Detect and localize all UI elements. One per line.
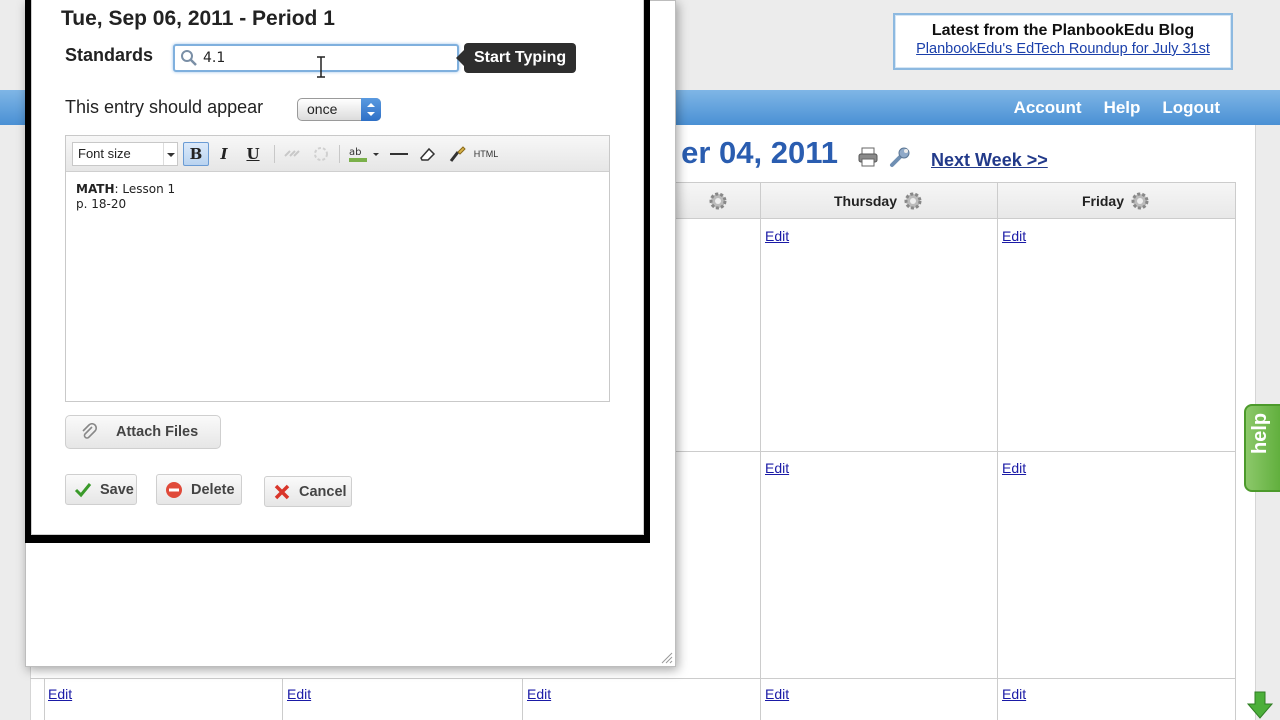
day-name: Friday (1081, 192, 1124, 209)
link-icon[interactable] (281, 144, 303, 164)
bold-button[interactable]: B (183, 142, 209, 166)
editor-content[interactable]: MATH: Lesson 1 p. 18-20 (76, 182, 175, 212)
nav-help-link[interactable]: Help (1104, 98, 1141, 118)
recurrence-value: once (307, 101, 338, 117)
toolbar-separator (339, 145, 340, 163)
checkmark-icon (74, 482, 92, 497)
html-source-button[interactable]: HTML (471, 142, 501, 166)
edit-link[interactable]: Edit (765, 686, 789, 702)
help-tab-label: help (1249, 412, 1271, 454)
cancel-button[interactable]: Cancel (264, 476, 352, 507)
nav-account-link[interactable]: Account (1014, 98, 1082, 118)
editor-line: p. 18-20 (76, 197, 127, 211)
day-header-friday: Friday (997, 182, 1235, 219)
day-name: Thursday (833, 192, 897, 209)
eraser-icon[interactable] (417, 144, 439, 164)
close-icon (274, 484, 290, 499)
standards-label: Standards (65, 45, 154, 65)
delete-label: Delete (191, 481, 235, 498)
nav-logout-link[interactable]: Logout (1162, 98, 1220, 118)
search-icon (181, 50, 197, 66)
save-button[interactable]: Save (65, 474, 137, 505)
chevron-down-icon (163, 143, 177, 165)
gear-icon[interactable] (708, 191, 728, 211)
edit-link[interactable]: Edit (765, 228, 789, 244)
gear-icon[interactable] (903, 191, 923, 211)
start-typing-tooltip: Start Typing (455, 43, 577, 73)
dialog-title: Tue, Sep 06, 2011 - Period 1 (61, 7, 335, 30)
editor-toolbar: Font size B I U ab HTML (66, 136, 609, 172)
attach-files-label: Attach Files (116, 424, 199, 440)
edit-link[interactable]: Edit (287, 686, 311, 702)
subject-text: MATH (76, 182, 115, 196)
lesson-text: : Lesson 1 (114, 182, 176, 196)
rich-text-editor: Font size B I U ab HTML MATH: Lesson 1 p… (65, 135, 610, 402)
text-cursor-icon (317, 56, 325, 78)
attach-files-button[interactable]: Attach Files (65, 415, 221, 449)
edit-link[interactable]: Edit (48, 686, 72, 702)
day-header-wednesday (676, 182, 760, 219)
edit-link[interactable]: Edit (1002, 460, 1026, 476)
paperclip-icon (82, 423, 98, 439)
gear-icon[interactable] (1130, 191, 1150, 211)
resize-grip-icon[interactable] (659, 650, 673, 664)
toolbar-separator (274, 145, 275, 163)
cancel-label: Cancel (299, 483, 347, 500)
unlink-icon[interactable] (310, 144, 332, 164)
svg-text:ab: ab (349, 147, 361, 158)
select-arrows-icon (361, 98, 381, 121)
grid-divider (522, 678, 523, 720)
grid-row-line (676, 451, 1235, 452)
scroll-down-arrow-icon[interactable] (1245, 690, 1275, 720)
edit-link[interactable]: Edit (765, 460, 789, 476)
wrench-icon[interactable] (889, 146, 911, 168)
grid-divider (1235, 182, 1236, 720)
blog-post-link[interactable]: PlanbookEdu's EdTech Roundup for July 31… (895, 41, 1231, 57)
horizontal-rule-icon[interactable] (388, 144, 410, 164)
grid-divider (44, 678, 45, 720)
italic-button[interactable]: I (211, 142, 237, 166)
font-size-select[interactable]: Font size (72, 142, 178, 166)
highlight-color-icon[interactable]: ab (348, 144, 382, 164)
dialog-body: Tue, Sep 06, 2011 - Period 1 Standards 4… (31, 0, 644, 535)
edit-link[interactable]: Edit (527, 686, 551, 702)
appear-label: This entry should appear (65, 97, 264, 117)
grid-row-line (30, 678, 1235, 679)
lesson-edit-dialog: Tue, Sep 06, 2011 - Period 1 Standards 4… (25, 0, 650, 543)
blog-box: Latest from the PlanbookEdu Blog Planboo… (893, 13, 1233, 70)
grid-divider (282, 678, 283, 720)
delete-button[interactable]: Delete (156, 474, 242, 505)
editor-line: MATH: Lesson 1 (76, 182, 175, 197)
underline-button[interactable]: U (240, 142, 266, 166)
blog-title: Latest from the PlanbookEdu Blog (931, 22, 1195, 39)
day-header-thursday: Thursday (760, 182, 997, 219)
recurrence-select[interactable]: once (297, 98, 381, 121)
clean-brush-icon[interactable] (446, 144, 468, 164)
edit-link[interactable]: Edit (1002, 686, 1026, 702)
minus-circle-icon (166, 481, 182, 498)
nav-links: Account Help Logout (1014, 90, 1220, 125)
font-size-label: Font size (78, 146, 131, 161)
edit-link[interactable]: Edit (1002, 228, 1026, 244)
help-tab[interactable]: help (1244, 404, 1280, 492)
save-label: Save (100, 481, 134, 498)
printer-icon[interactable] (857, 146, 879, 168)
next-week-link[interactable]: Next Week >> (931, 150, 1048, 171)
